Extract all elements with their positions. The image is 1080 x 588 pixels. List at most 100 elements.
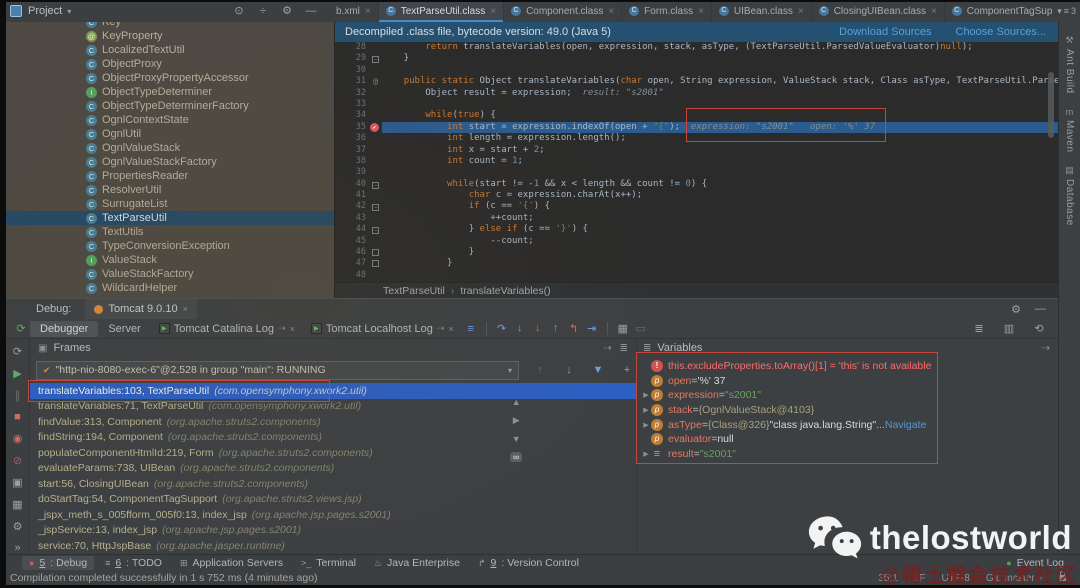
line-ending[interactable]: LF	[914, 573, 926, 584]
variable-row[interactable]: ▶pasType = {Class@326} "class java.lang.…	[637, 417, 1058, 432]
close-icon[interactable]: ×	[608, 6, 614, 17]
scroll-top-icon[interactable]: ▲	[512, 397, 521, 407]
expand-icon[interactable]: ▶	[641, 406, 651, 414]
close-icon[interactable]: ×	[798, 6, 804, 17]
layout-grid-icon[interactable]: ▥	[1000, 322, 1018, 335]
tree-item-ognlvaluestack[interactable]: COgnlValueStack	[6, 141, 334, 155]
stripe-button-database[interactable]: ▤Database	[1064, 165, 1075, 226]
editor-tab[interactable]: CComponent.class×	[504, 0, 622, 22]
variable-row[interactable]: pevaluator = null	[637, 432, 1058, 447]
thread-dump-icon[interactable]: ▣	[9, 476, 27, 489]
variable-row[interactable]: popen = '%' 37	[637, 374, 1058, 389]
fold-icon[interactable]	[372, 260, 379, 267]
editor-tab[interactable]: CUIBean.class×	[712, 0, 812, 22]
close-icon[interactable]: ×	[448, 324, 453, 334]
stack-frame-row[interactable]: _jspx_meth_s_005fform_005f0:13, index_js…	[30, 507, 636, 523]
run-to-cursor-icon[interactable]: ⇥	[583, 322, 601, 335]
stack-frame-row[interactable]: _jspService:13, index_jsp(org.apache.jsp…	[30, 523, 636, 539]
expand-icon[interactable]: ▶	[641, 391, 651, 399]
scroll-right-icon[interactable]: ▶	[513, 415, 520, 426]
editor-tab[interactable]: CTextParseUtil.class×	[379, 0, 504, 22]
code-editor[interactable]: 28 return translateVariables(open, expre…	[335, 42, 1058, 282]
pause-icon[interactable]: ∥	[9, 389, 27, 402]
tree-item-objecttypedeterminerfactory[interactable]: CObjectTypeDeterminerFactory	[6, 99, 334, 113]
tool-window-button-javaenterprise[interactable]: ♨Java Enterprise	[367, 556, 467, 570]
stack-frame-row[interactable]: start:56, ClosingUIBean(org.apache.strut…	[30, 476, 636, 492]
layout-icon[interactable]: ▦	[9, 498, 27, 511]
tool-window-button-debug[interactable]: ●5: Debug	[22, 556, 94, 570]
rerun-icon[interactable]: ⟳	[12, 322, 30, 335]
list-icon[interactable]: ≣	[620, 343, 628, 354]
tree-item-objectproxy[interactable]: CObjectProxy	[6, 57, 334, 71]
close-icon[interactable]: ×	[183, 304, 188, 314]
step-into-icon[interactable]: ↓	[511, 322, 529, 335]
tree-item-textutils[interactable]: CTextUtils	[6, 225, 334, 239]
close-icon[interactable]: ×	[290, 324, 295, 334]
close-icon[interactable]: ×	[931, 6, 937, 17]
stack-frame-row[interactable]: translateVariables:103, TextParseUtil(co…	[30, 383, 636, 399]
choose-sources-link[interactable]: Choose Sources...	[956, 26, 1047, 38]
tree-item-objecttypedeterminer[interactable]: IObjectTypeDeterminer	[6, 85, 334, 99]
rerun-icon[interactable]: ⟳	[9, 345, 27, 358]
editor-tab[interactable]: CForm.class×	[622, 0, 712, 22]
stack-frame-row[interactable]: findString:194, Component(org.apache.str…	[30, 430, 636, 446]
close-icon[interactable]: ×	[365, 6, 371, 17]
evaluate-expression-icon[interactable]: ▦	[614, 322, 632, 335]
view-breakpoints-icon[interactable]: ◉	[9, 432, 27, 445]
tool-window-button-terminal[interactable]: >_Terminal	[294, 556, 363, 570]
tree-item-resolverutil[interactable]: CResolverUtil	[6, 183, 334, 197]
variable-row[interactable]: !this.excludeProperties.toArray()[1] = '…	[637, 359, 1058, 374]
tree-item-key[interactable]: CKey	[6, 22, 334, 29]
fold-icon[interactable]: −	[372, 227, 379, 234]
fold-icon[interactable]	[372, 249, 379, 256]
expand-icon[interactable]: ▶	[641, 450, 651, 458]
tool-window-button-applicationservers[interactable]: ⊞Application Servers	[173, 556, 290, 570]
hidden-frames-badge[interactable]: ∞	[510, 452, 522, 462]
variable-row[interactable]: ▶≡result = "s2001"	[637, 447, 1058, 462]
locate-icon[interactable]: ⊙	[231, 0, 247, 22]
close-icon[interactable]: ×	[490, 6, 496, 17]
editor-tab[interactable]: CClosingUIBean.class×	[812, 0, 945, 22]
tab-server[interactable]: Server	[98, 321, 150, 337]
tree-item-textparseutil[interactable]: CTextParseUtil	[6, 211, 334, 225]
drop-frame-icon[interactable]: ↰	[565, 322, 583, 335]
stack-frame-row[interactable]: doStartTag:54, ComponentTagSupport(org.a…	[30, 492, 636, 508]
mute-breakpoints-icon[interactable]: ⊘	[9, 454, 27, 467]
trace-icon[interactable]: ▭	[632, 322, 650, 335]
thread-dropdown[interactable]: ✔ "http-nio-8080-exec-6"@2,528 in group …	[36, 361, 519, 380]
hide-icon[interactable]: —	[303, 0, 319, 22]
log-tab[interactable]: ▶Tomcat Catalina Log⇢×	[151, 323, 303, 335]
tree-item-objectproxypropertyaccessor[interactable]: CObjectProxyPropertyAccessor	[6, 71, 334, 85]
threads-view-icon[interactable]: ≣	[970, 322, 988, 335]
tree-item-surrugatelist[interactable]: CSurrugateList	[6, 197, 334, 211]
lock-icon[interactable]	[1059, 575, 1066, 581]
step-over-icon[interactable]: ↷	[493, 322, 511, 335]
stripe-button-ant-build[interactable]: ⚒Ant Build	[1064, 35, 1075, 94]
stack-frame-row[interactable]: evaluateParams:738, UIBean(org.apache.st…	[30, 461, 636, 477]
tree-item-ognlvaluestackfactory[interactable]: COgnlValueStackFactory	[6, 155, 334, 169]
tool-window-button-todo[interactable]: ≡6: TODO	[98, 556, 169, 570]
fold-icon[interactable]: −	[372, 56, 379, 63]
tree-item-ognlcontextstate[interactable]: COgnlContextState	[6, 113, 334, 127]
step-out-icon[interactable]: ↑	[547, 322, 565, 335]
frame-up-icon[interactable]: ↑	[531, 364, 549, 376]
collapse-icon[interactable]: ÷	[255, 0, 271, 22]
debug-session-tab[interactable]: Tomcat 9.0.10 ×	[85, 299, 196, 319]
stop-icon[interactable]: ■	[9, 411, 27, 423]
breadcrumb-method[interactable]: translateVariables()	[460, 285, 550, 297]
caret-position[interactable]: 35:1	[878, 573, 897, 584]
editor-tab[interactable]: b.xml×	[329, 0, 379, 22]
tree-item-wildcardhelper[interactable]: CWildcardHelper	[6, 281, 334, 295]
stack-frame-row[interactable]: populateComponentHtmlId:219, Form(org.ap…	[30, 445, 636, 461]
restore-icon[interactable]: ⇢	[603, 343, 611, 354]
expand-icon[interactable]: ▶	[641, 421, 651, 429]
tree-item-ognlutil[interactable]: COgnlUtil	[6, 127, 334, 141]
hide-icon[interactable]: —	[1035, 303, 1046, 316]
restore-layout-icon[interactable]: ⟲	[1030, 322, 1048, 335]
stack-frame-row[interactable]: service:70, HttpJspBase(org.apache.jaspe…	[30, 538, 636, 554]
navigate-link[interactable]: Navigate	[885, 419, 926, 431]
tree-item-valuestack[interactable]: IValueStack	[6, 253, 334, 267]
breakpoint-icon[interactable]: ✔	[370, 123, 379, 132]
filter-icon[interactable]: ▼	[589, 364, 607, 376]
force-step-into-icon[interactable]: ↓	[529, 322, 547, 335]
